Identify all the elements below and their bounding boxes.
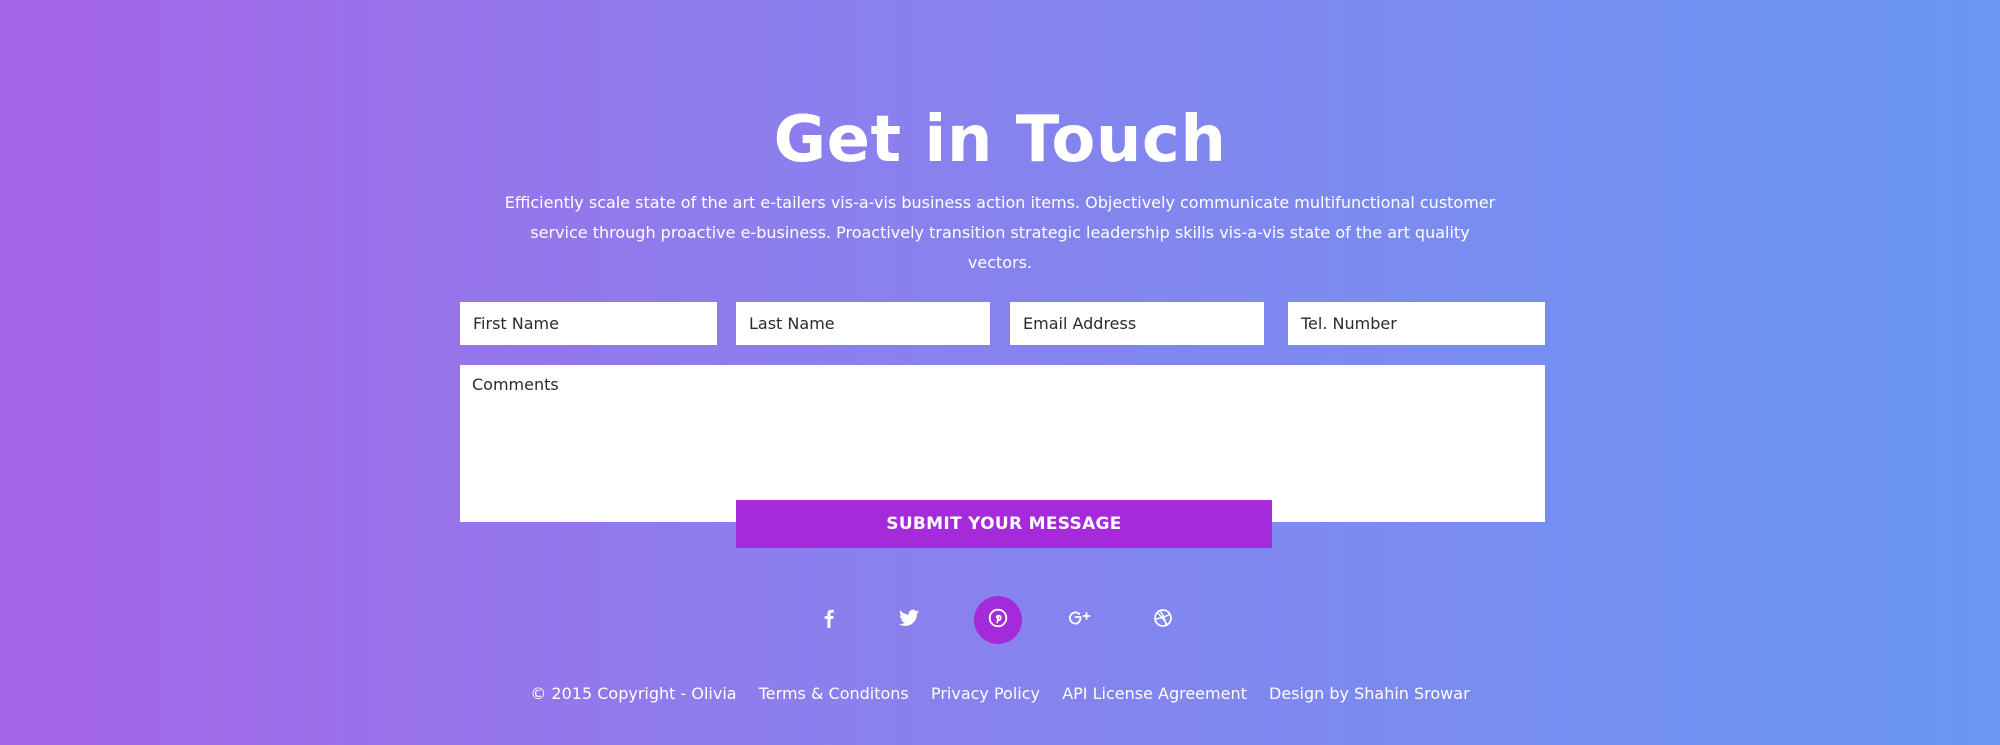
last-name-field[interactable] [736,302,990,345]
twitter-icon [899,609,919,631]
tel-field[interactable] [1288,302,1545,345]
facebook-link[interactable] [805,596,853,644]
pinterest-icon [988,608,1008,632]
submit-button[interactable]: SUBMIT YOUR MESSAGE [736,500,1272,548]
dribbble-link[interactable] [1139,596,1187,644]
contact-section: Get in Touch Efficiently scale state of … [0,0,2000,745]
footer: © 2015 Copyright - Olivia Terms & Condit… [0,682,2000,706]
page-title: Get in Touch [773,103,1227,177]
comments-field[interactable] [460,365,1545,522]
social-links [0,596,2000,644]
intro-text: Efficiently scale state of the art e-tai… [500,188,1500,278]
google-plus-icon [1068,608,1092,632]
copyright-text: © 2015 Copyright - Olivia [530,684,737,703]
pinterest-link[interactable] [974,596,1022,644]
google-plus-link[interactable] [1056,596,1104,644]
intro-line-2: service through proactive e-business. Pr… [530,223,1470,272]
email-field[interactable] [1010,302,1264,345]
design-credit-link[interactable]: Design by Shahin Srowar [1269,684,1470,703]
dribbble-icon [1153,608,1173,632]
terms-link[interactable]: Terms & Conditons [759,684,909,703]
twitter-link[interactable] [885,596,933,644]
facebook-icon [820,608,838,632]
intro-line-1: Efficiently scale state of the art e-tai… [504,193,1496,212]
api-license-link[interactable]: API License Agreement [1062,684,1247,703]
first-name-field[interactable] [460,302,717,345]
privacy-link[interactable]: Privacy Policy [931,684,1040,703]
